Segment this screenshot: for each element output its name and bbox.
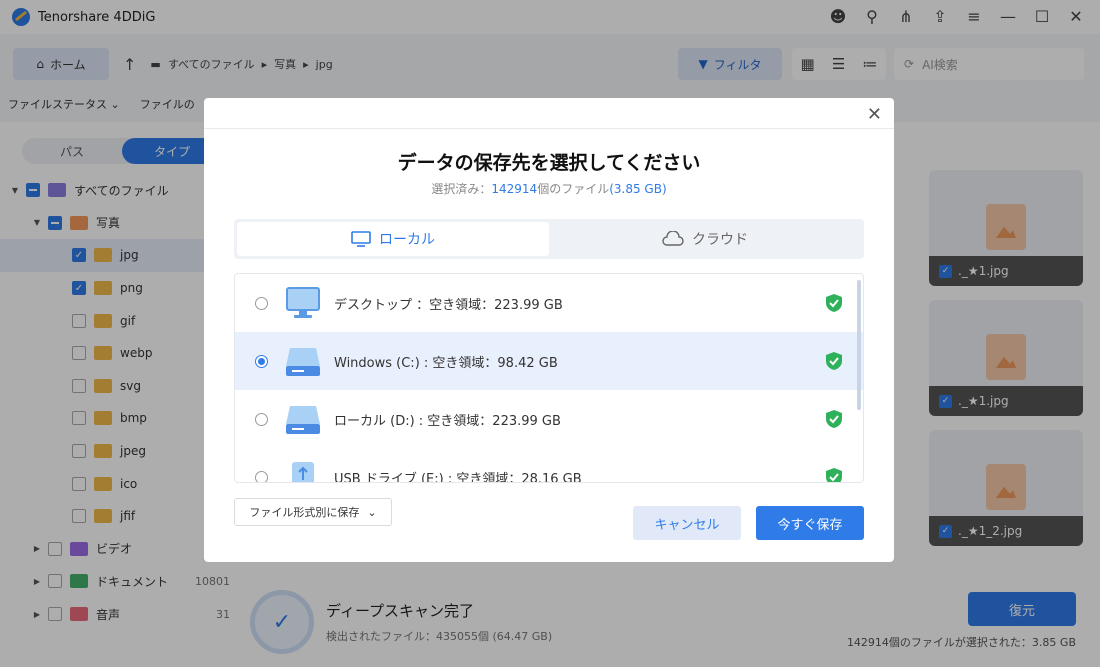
save-location-dialog: ✕ データの保存先を選択してください 選択済み：142914個のファイル(3.8…: [204, 98, 894, 562]
tab-cloud[interactable]: クラウド: [549, 222, 861, 256]
close-icon[interactable]: ✕: [867, 104, 882, 125]
destination-tabs: ローカル クラウド: [234, 219, 864, 259]
radio-button[interactable]: [255, 470, 268, 482]
dialog-title: データの保存先を選択してください: [397, 152, 701, 174]
scrollbar[interactable]: [857, 280, 861, 410]
save-now-button[interactable]: 今すぐ保存: [756, 506, 864, 540]
hard-drive-icon: [284, 401, 322, 437]
drive-item-desktop[interactable]: デスクトップ ：空き領域：223.99 GB: [235, 274, 863, 332]
drive-name: Windows (C:) : 空き領域：98.42 GB: [334, 355, 558, 371]
drive-name: デスクトップ ：空き領域：223.99 GB: [334, 297, 563, 313]
hard-drive-icon: [284, 343, 322, 379]
selected-size: (3.85 GB): [609, 182, 667, 196]
drive-item-e[interactable]: USB ドライブ (E:) : 空き領域：28.16 GB: [235, 448, 863, 483]
divider: [204, 128, 894, 129]
tab-local[interactable]: ローカル: [237, 222, 549, 256]
usb-icon: [284, 459, 322, 482]
chevron-down-icon: ⌄: [367, 505, 377, 519]
cancel-button[interactable]: キャンセル: [633, 506, 741, 540]
desktop-icon: [284, 285, 322, 321]
cloud-icon: [662, 231, 684, 246]
drive-item-c[interactable]: Windows (C:) : 空き領域：98.42 GB: [235, 332, 863, 390]
shield-check-icon: [826, 294, 842, 312]
monitor-icon: [351, 231, 371, 247]
radio-button[interactable]: [255, 354, 268, 368]
shield-check-icon: [826, 410, 842, 428]
shield-check-icon: [826, 468, 842, 482]
radio-button[interactable]: [255, 296, 268, 310]
drive-name: USB ドライブ (E:) : 空き領域：28.16 GB: [334, 471, 582, 483]
selected-count: 142914: [491, 182, 538, 196]
drive-name: ローカル (D:) : 空き領域：223.99 GB: [334, 413, 561, 429]
drive-list: デスクトップ ：空き領域：223.99 GB Windows (C:) : 空き…: [234, 273, 864, 483]
dialog-subtitle: 選択済み：142914個のファイル(3.85 GB): [431, 182, 667, 196]
drive-item-d[interactable]: ローカル (D:) : 空き領域：223.99 GB: [235, 390, 863, 448]
save-by-format-dropdown[interactable]: ファイル形式別に保存 ⌄: [234, 498, 392, 526]
shield-check-icon: [826, 352, 842, 370]
radio-button[interactable]: [255, 412, 268, 426]
